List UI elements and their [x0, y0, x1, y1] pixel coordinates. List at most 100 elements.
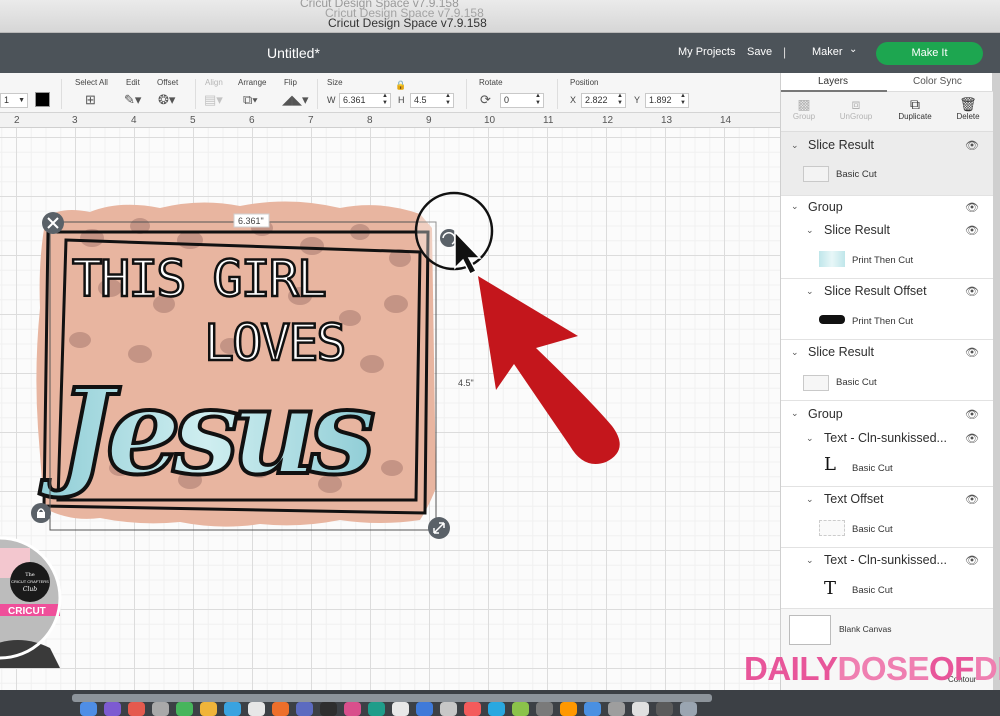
save-link[interactable]: Save	[747, 46, 772, 58]
delete-handle[interactable]	[42, 212, 64, 234]
rotate-icon[interactable]: ⟳	[480, 92, 491, 108]
layer-item[interactable]: ⌄ Text - Cln-sunkissed... 👁 L Basic Cut	[781, 426, 993, 487]
dock-app-icon[interactable]	[152, 702, 169, 716]
eye-icon[interactable]: 👁	[965, 432, 979, 445]
canvas-color-swatch[interactable]	[789, 615, 831, 645]
eye-icon[interactable]: 👁	[965, 493, 979, 506]
dock-app-icon[interactable]	[296, 702, 313, 716]
dock-app-icon[interactable]	[656, 702, 673, 716]
layer-group[interactable]: ⌄ Group 👁	[781, 196, 993, 218]
pencil-icon[interactable]: ✎▾	[124, 92, 141, 108]
height-input[interactable]: 4.5 ▲ ▼	[410, 93, 454, 108]
stepper-icon[interactable]: ▲ ▼	[445, 93, 451, 107]
dock-app-icon[interactable]	[536, 702, 553, 716]
lock-handle[interactable]	[31, 503, 51, 523]
dock-app-icon[interactable]	[440, 702, 457, 716]
width-input[interactable]: 6.361 ▲ ▼	[339, 93, 391, 108]
badge-line-3: Club	[23, 586, 37, 593]
eye-icon[interactable]: 👁	[965, 139, 979, 152]
stepper-icon[interactable]: ▲ ▼	[617, 93, 623, 107]
dock-app-icon[interactable]	[464, 702, 481, 716]
dock-app-icon[interactable]	[560, 702, 577, 716]
dock-app-icon[interactable]	[608, 702, 625, 716]
dock-app-icon[interactable]	[416, 702, 433, 716]
dock-app-icon[interactable]	[176, 702, 193, 716]
chevron-down-icon[interactable]: ⌄	[849, 44, 857, 55]
x-position-input[interactable]: 2.822 ▲ ▼	[581, 93, 626, 108]
layer-name: Group	[808, 200, 843, 214]
eye-icon[interactable]: 👁	[965, 285, 979, 298]
rotate-input[interactable]: 0 ▲ ▼	[500, 93, 544, 108]
ungroup-icon: ⧈	[851, 96, 861, 112]
layer-item[interactable]: ⌄ Text - Cln-sunkissed... 👁 T Basic Cut	[781, 548, 993, 609]
dock-app-icon[interactable]	[368, 702, 385, 716]
chevron-down-icon[interactable]: ⌄	[791, 408, 799, 419]
dock-app-icon[interactable]	[488, 702, 505, 716]
flip-icon[interactable]: ◢◣▾	[282, 92, 309, 108]
layer-item[interactable]: ⌄ Slice Result 👁 Basic Cut	[781, 340, 993, 401]
dock-app-icon[interactable]	[224, 702, 241, 716]
stepper-icon[interactable]: ▲ ▼	[680, 93, 686, 107]
tab-layers[interactable]: Layers	[818, 76, 848, 87]
layer-item[interactable]: ⌄ Slice Result Offset 👁 Print Then Cut	[781, 279, 993, 340]
layer-name: Group	[808, 407, 843, 421]
offset-icon[interactable]: ❂▾	[158, 92, 175, 108]
machine-selector[interactable]: Maker	[812, 46, 843, 58]
duplicate-button[interactable]: ⧉ Duplicate	[892, 96, 938, 121]
chevron-down-icon[interactable]: ⌄	[806, 225, 814, 236]
chevron-down-icon[interactable]: ⌄	[791, 347, 799, 358]
chevron-down-icon[interactable]: ⌄	[791, 201, 799, 212]
dock-app-icon[interactable]	[104, 702, 121, 716]
eye-icon[interactable]: 👁	[965, 224, 979, 237]
dock-app-icon[interactable]	[680, 702, 697, 716]
align-icon[interactable]: ▤▾	[204, 92, 223, 108]
make-it-button[interactable]: Make It	[876, 42, 983, 65]
y-position-input[interactable]: 1.892 ▲ ▼	[645, 93, 689, 108]
layer-item[interactable]: ⌄ Slice Result 👁 Basic Cut	[781, 132, 993, 196]
dock-app-icon[interactable]	[128, 702, 145, 716]
select-all-icon[interactable]: ⊞	[85, 92, 96, 108]
ungroup-button[interactable]: ⧈ UnGroup	[833, 96, 879, 121]
stepper-icon[interactable]: ▲ ▼	[382, 93, 388, 107]
layer-group[interactable]: ⌄ Group 👁	[781, 401, 993, 426]
my-projects-link[interactable]: My Projects	[678, 46, 735, 58]
delete-button[interactable]: 🗑 Delete	[945, 96, 991, 121]
chevron-down-icon[interactable]: ⌄	[806, 433, 814, 444]
resize-handle[interactable]	[428, 517, 450, 539]
chevron-down-icon[interactable]: ⌄	[791, 140, 799, 151]
document-title[interactable]: Untitled*	[267, 45, 320, 61]
dock-app-icon[interactable]	[272, 702, 289, 716]
design-canvas[interactable]: THIS GIRL LOVES Jesus 6.361" 4.5" The CR…	[0, 128, 780, 690]
tab-color-sync[interactable]: Color Sync	[913, 76, 962, 87]
dock-app-icon[interactable]	[344, 702, 361, 716]
dock-app-icon[interactable]	[80, 702, 97, 716]
ruler-tick-label: 11	[543, 115, 554, 126]
dock-app-icon[interactable]	[320, 702, 337, 716]
dock-app-icon[interactable]	[392, 702, 409, 716]
design-image[interactable]: THIS GIRL LOVES Jesus	[36, 201, 437, 527]
eye-icon[interactable]: 👁	[965, 408, 979, 421]
layer-item[interactable]: ⌄ Text Offset 👁 Basic Cut	[781, 487, 993, 548]
chevron-down-icon[interactable]: ⌄	[806, 494, 814, 505]
dock-app-icon[interactable]	[248, 702, 265, 716]
dock-app-icon[interactable]	[200, 702, 217, 716]
layer-item[interactable]: ⌄ Slice Result 👁 Print Then Cut	[781, 218, 993, 279]
arrange-icon[interactable]: ⧉▾	[243, 92, 258, 108]
group-icon: ▩	[797, 96, 811, 112]
lock-icon[interactable]: 🔒	[395, 80, 406, 91]
eye-icon[interactable]: 👁	[965, 346, 979, 359]
chevron-down-icon[interactable]: ⌄	[806, 555, 814, 566]
eye-icon[interactable]: 👁	[965, 554, 979, 567]
chevron-down-icon[interactable]: ⌄	[806, 286, 814, 297]
dock-shelf	[72, 694, 712, 702]
height-value: 4.5	[414, 95, 427, 105]
linetype-select[interactable]: 1 ▼	[0, 93, 28, 108]
dock-app-icon[interactable]	[632, 702, 649, 716]
eye-icon[interactable]: 👁	[965, 201, 979, 214]
fill-color-swatch[interactable]	[35, 92, 50, 107]
group-button[interactable]: ▩ Group	[781, 96, 827, 121]
dock-app-icon[interactable]	[584, 702, 601, 716]
dock-app-icon[interactable]	[512, 702, 529, 716]
stepper-icon[interactable]: ▲ ▼	[535, 93, 541, 107]
blank-canvas-label: Blank Canvas	[839, 624, 892, 634]
